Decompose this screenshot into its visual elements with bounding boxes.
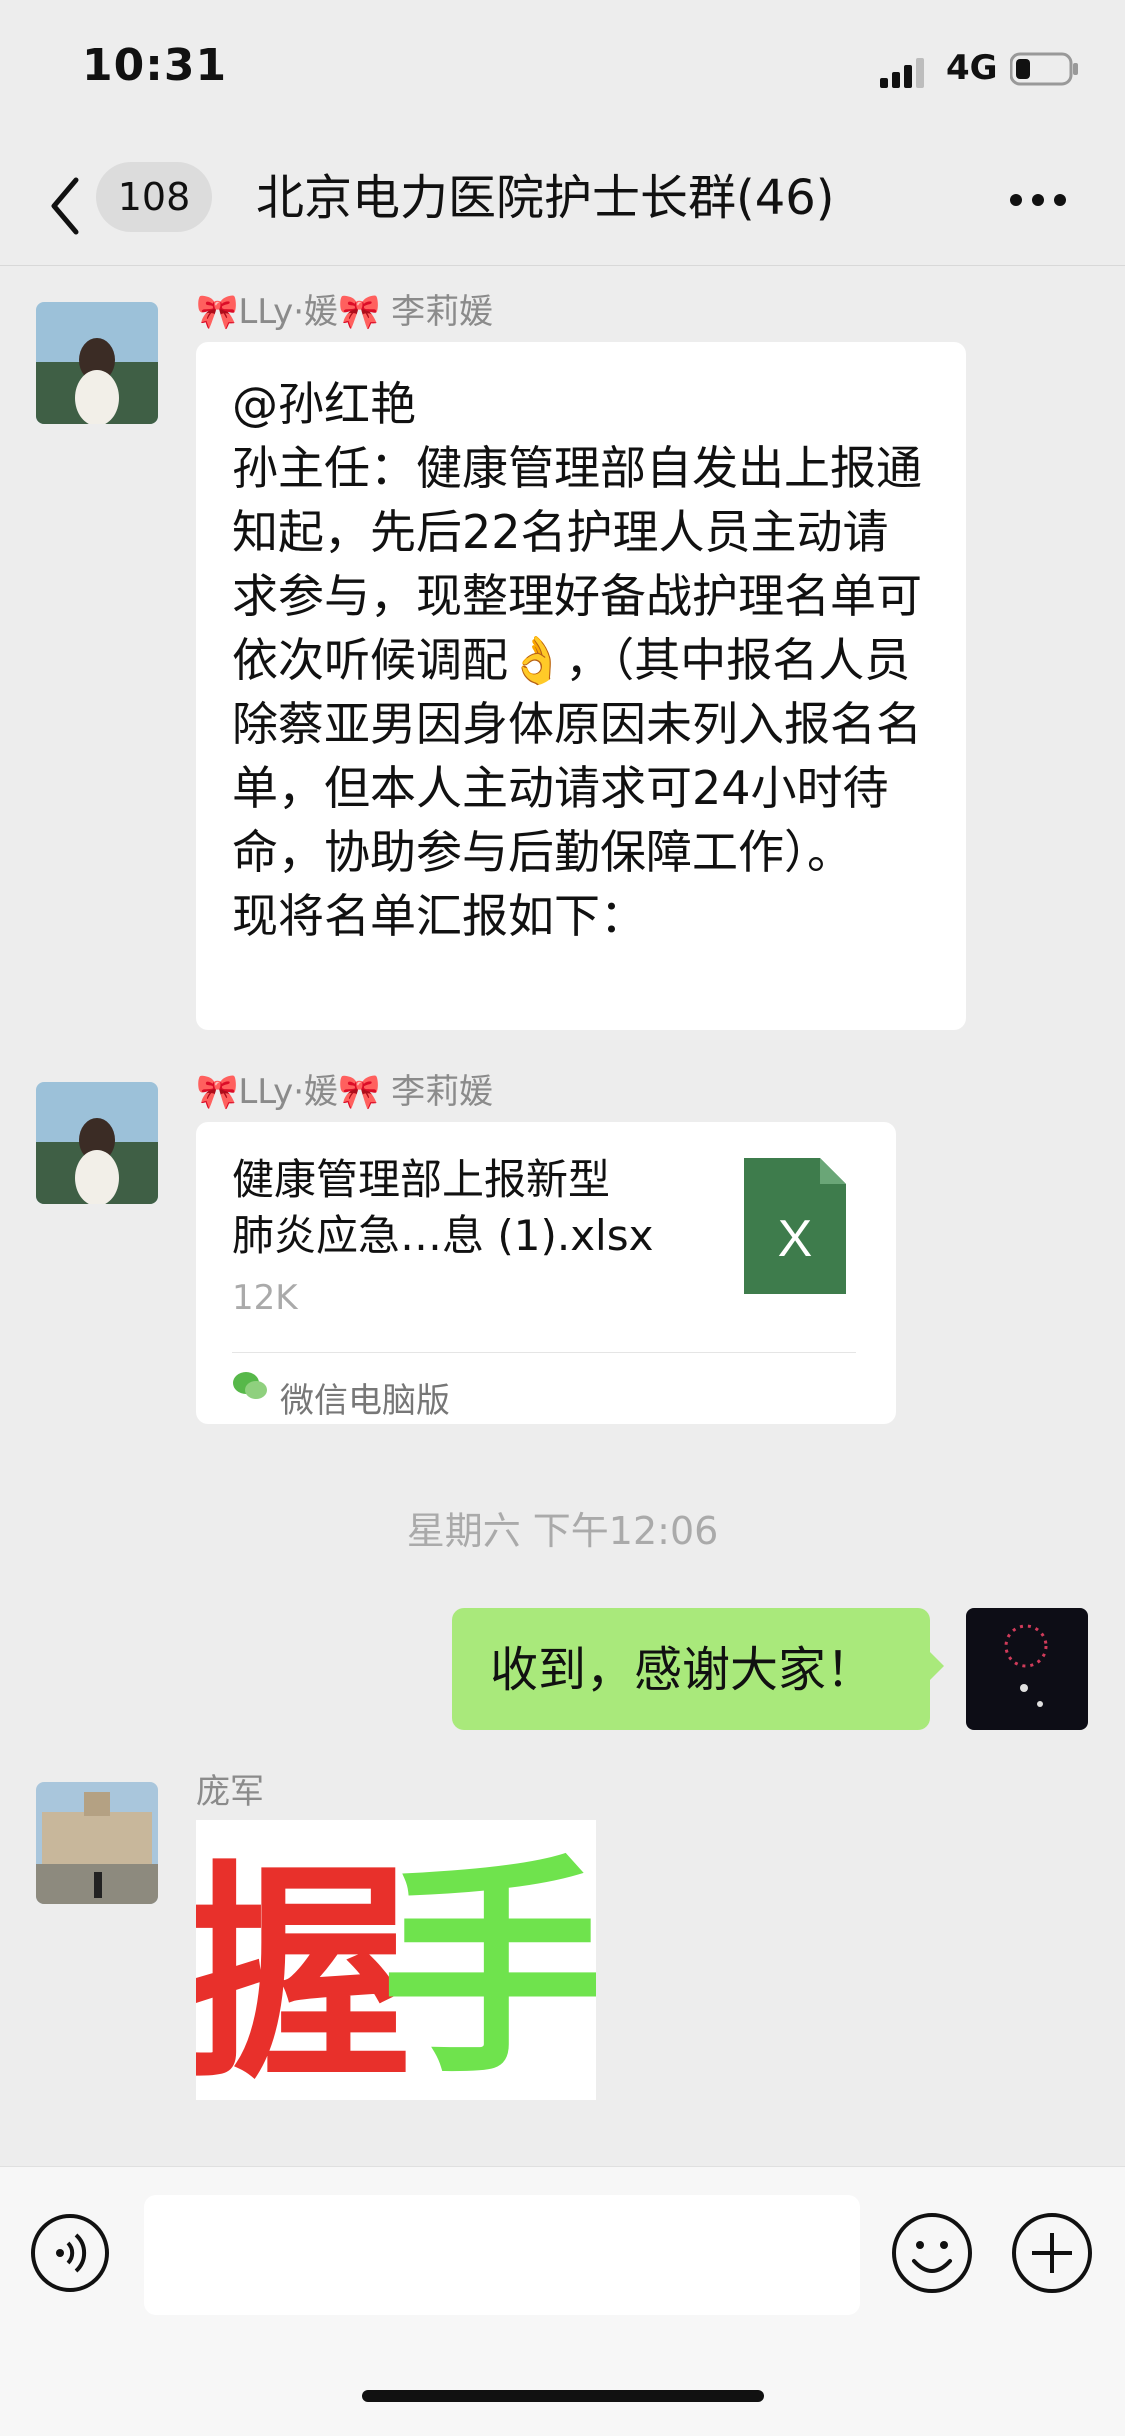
- avatar[interactable]: [36, 1782, 158, 1904]
- sender-name: 庞军: [196, 1772, 264, 1812]
- sender-name: 🎀LLy·媛🎀 李莉媛: [196, 1072, 494, 1112]
- sticker-char-left: 握: [196, 1843, 411, 2100]
- file-footer: 微信电脑版: [232, 1352, 856, 1422]
- status-bar: 10:31 4G: [0, 0, 1125, 140]
- file-message[interactable]: 健康管理部上报新型 肺炎应急…息 (1).xlsx 12K X 微信电脑版: [196, 1122, 896, 1424]
- excel-icon-letter: X: [778, 1210, 813, 1268]
- plus-icon[interactable]: [1010, 2211, 1094, 2295]
- timestamp: 星期六 下午12:06: [406, 1509, 719, 1553]
- status-time: 10:31: [82, 40, 228, 91]
- message-text: 收到，感谢大家！: [490, 1642, 875, 1698]
- emoji-icon[interactable]: [890, 2211, 974, 2295]
- message-input[interactable]: [144, 2195, 860, 2315]
- message-bubble[interactable]: @孙红艳 孙主任：健康管理部自发出上报通知起，先后22名护理人员主动请求参与，现…: [196, 342, 966, 1030]
- my-message-bubble[interactable]: 收到，感谢大家！: [452, 1608, 944, 1730]
- home-indicator[interactable]: [362, 2390, 764, 2402]
- file-size: 12K: [232, 1278, 298, 1318]
- voice-icon[interactable]: [30, 2213, 110, 2293]
- network-label: 4G: [946, 48, 998, 88]
- my-avatar[interactable]: [966, 1608, 1088, 1730]
- more-icon[interactable]: [1008, 180, 1068, 220]
- sticker-image[interactable]: 握 手: [181, 1820, 611, 2110]
- chevron-left-icon[interactable]: [42, 168, 92, 244]
- chat-header: 108 北京电力医院护士长群(46): [0, 150, 1125, 266]
- avatar[interactable]: [36, 1082, 158, 1204]
- unread-badge[interactable]: 108: [96, 162, 212, 232]
- avatar[interactable]: [36, 302, 158, 424]
- excel-icon: X: [744, 1158, 846, 1294]
- file-source: 微信电脑版: [280, 1381, 450, 1421]
- message-text: @孙红艳 孙主任：健康管理部自发出上报通知起，先后22名护理人员主动请求参与，现…: [232, 377, 922, 943]
- sender-name: 🎀LLy·媛🎀 李莉媛: [196, 292, 494, 332]
- file-name: 健康管理部上报新型 肺炎应急…息 (1).xlsx: [232, 1155, 654, 1260]
- wechat-icon: [233, 1372, 267, 1399]
- battery-icon: [1010, 52, 1078, 86]
- sticker-char-right: 手: [381, 1838, 596, 2100]
- signal-icon: [880, 58, 924, 88]
- chat-title: 北京电力医院护士长群(46): [256, 170, 835, 226]
